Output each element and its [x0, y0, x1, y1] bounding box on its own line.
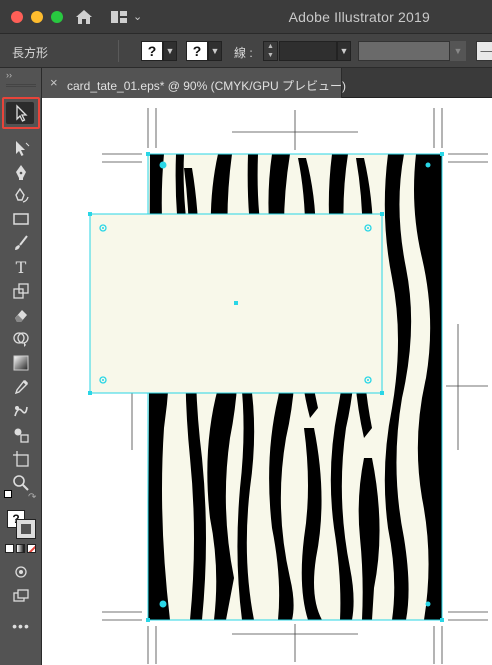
fill-color-swatch[interactable]: ?: [141, 41, 163, 61]
document-tab-title: card_tate_01.eps* @ 90% (CMYK/GPU プレビュー): [67, 79, 346, 93]
eraser-icon: [15, 310, 27, 322]
blend-tool[interactable]: [0, 423, 42, 447]
artboard-icon: [13, 451, 29, 467]
gradient-icon: [13, 355, 29, 371]
title-bar: ⌄ Adobe Illustrator 2019: [0, 0, 492, 34]
fill-dropdown-chevron-icon[interactable]: ▼: [163, 41, 177, 61]
shape-builder-tool[interactable]: [0, 327, 42, 351]
puppet-warp-tool[interactable]: [0, 399, 42, 423]
direct-selection-icon: [16, 141, 30, 156]
stroke-dropdown-chevron-icon[interactable]: ▼: [208, 41, 222, 61]
profile-dropdown-icon[interactable]: ▼: [450, 41, 466, 61]
puppet-warp-icon: [14, 406, 28, 417]
free-transform-icon: [13, 283, 29, 299]
stroke-weight-field[interactable]: [279, 41, 337, 61]
artboard-tool[interactable]: [0, 447, 42, 471]
eraser-tool[interactable]: [0, 303, 42, 327]
rectangle-icon: [13, 213, 29, 225]
eyedropper-tool[interactable]: [0, 375, 42, 399]
free-transform-tool[interactable]: [0, 279, 42, 303]
swap-fill-stroke-icon[interactable]: ↷: [28, 492, 36, 503]
color-button[interactable]: [5, 544, 14, 553]
rectangle-tool[interactable]: [0, 207, 42, 231]
more-tools-button[interactable]: •••: [0, 614, 42, 638]
eyedropper-icon: [14, 379, 29, 395]
artboard-canvas[interactable]: [42, 98, 492, 665]
panel-grip[interactable]: [6, 84, 36, 87]
canvas-artwork: [88, 108, 488, 664]
none-button[interactable]: [27, 544, 36, 553]
paintbrush-tool[interactable]: [0, 231, 42, 255]
chevron-down-icon[interactable]: ⌄: [133, 10, 142, 23]
type-tool[interactable]: T: [0, 255, 42, 279]
selection-tool[interactable]: [0, 101, 42, 125]
gradient-button[interactable]: [16, 544, 25, 553]
control-bar: 長方形 ? ▼ ? ▼ 線 : ▲▼ ▼ ▼ —: [0, 34, 492, 68]
blend-icon: [14, 428, 29, 443]
draw-mode-icon: [15, 566, 27, 578]
brush-definition-button[interactable]: —: [476, 41, 492, 61]
stroke-swatch-toolbar[interactable]: [16, 519, 36, 539]
default-fill-stroke-icon[interactable]: [4, 490, 12, 498]
screen-mode-tool[interactable]: [0, 584, 42, 608]
variable-width-profile-field[interactable]: [358, 41, 450, 61]
selected-rectangle: [88, 212, 384, 395]
stroke-weight-label: 線 :: [234, 46, 253, 60]
paintbrush-icon: [15, 235, 28, 250]
stroke-color-swatch[interactable]: ?: [186, 41, 208, 61]
gradient-tool[interactable]: [0, 351, 42, 375]
selection-arrow-icon: [16, 104, 28, 122]
curvature-tool[interactable]: [0, 183, 42, 207]
app-title: Adobe Illustrator 2019: [288, 9, 430, 25]
color-mode-buttons: [5, 544, 37, 554]
drawing-modes-tool[interactable]: [0, 560, 42, 584]
object-type-label: 長方形: [12, 46, 49, 60]
collapse-panel-icon[interactable]: ››: [6, 70, 12, 80]
divider: [118, 40, 119, 62]
stroke-weight-dropdown-icon[interactable]: ▼: [337, 41, 351, 61]
workspace-layout-icon[interactable]: [110, 9, 128, 25]
close-window-button[interactable]: [11, 11, 23, 23]
maximize-window-button[interactable]: [51, 11, 63, 23]
curvature-pen-icon: [15, 187, 29, 203]
minimize-window-button[interactable]: [31, 11, 43, 23]
pen-icon: [16, 165, 26, 180]
fill-stroke-widget[interactable]: ↷: [4, 490, 38, 508]
direct-selection-tool[interactable]: [0, 136, 42, 160]
home-icon[interactable]: [74, 7, 94, 27]
stroke-weight-stepper[interactable]: ▲ ▼: [263, 41, 278, 61]
document-tab[interactable]: × card_tate_01.eps* @ 90% (CMYK/GPU プレビュ…: [42, 68, 346, 98]
screen-mode-icon: [13, 589, 29, 602]
close-tab-icon[interactable]: ×: [50, 75, 58, 90]
shape-builder-icon: [13, 332, 29, 347]
document-tab-strip: × card_tate_01.eps* @ 90% (CMYK/GPU プレビュ…: [42, 68, 492, 98]
pen-tool[interactable]: [0, 160, 42, 184]
